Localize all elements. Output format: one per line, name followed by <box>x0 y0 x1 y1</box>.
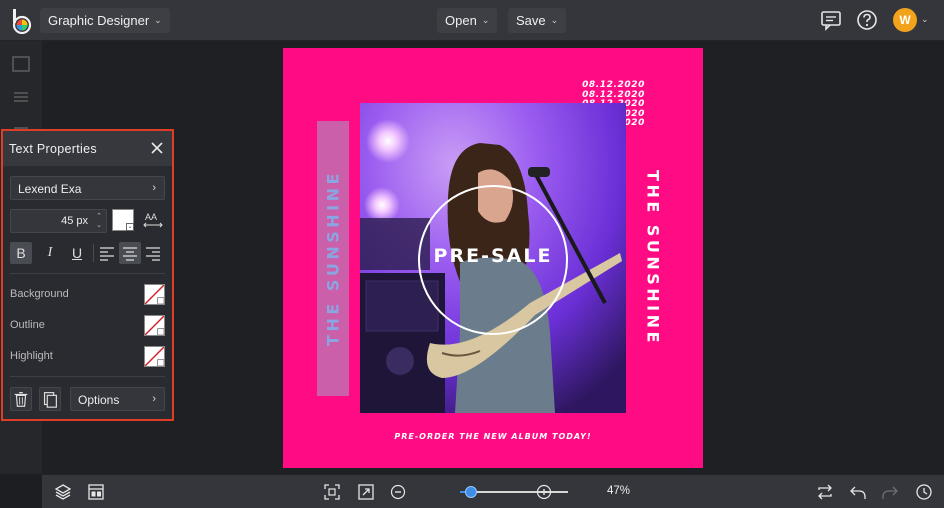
options-label: Options <box>78 393 120 407</box>
chevron-down-icon: ⌄ <box>550 15 559 25</box>
close-icon[interactable] <box>149 140 165 156</box>
stepper-icon[interactable]: ⌃ ⌄ <box>96 212 102 230</box>
font-family-label: Lexend Exa <box>18 182 82 196</box>
chevron-down-icon: ⌄ <box>154 15 162 25</box>
font-family-select[interactable]: Lexend Exa › <box>10 176 165 200</box>
highlight-row: Highlight <box>10 346 165 368</box>
delete-icon[interactable] <box>10 387 32 411</box>
text-properties-panel: Text Properties Lexend Exa › 45 px ⌃ ⌄ ⌄ … <box>1 129 174 421</box>
text-color-swatch[interactable]: ⌄ <box>112 209 134 231</box>
underline-button[interactable]: U <box>66 242 88 264</box>
save-label: Save <box>516 13 546 28</box>
letter-spacing-icon[interactable]: AA <box>142 209 164 231</box>
chevron-down-icon[interactable]: ⌄ <box>921 14 929 25</box>
outline-color-swatch[interactable] <box>144 315 165 336</box>
align-center-icon[interactable] <box>119 242 141 264</box>
layout-icon[interactable] <box>87 483 105 501</box>
options-button[interactable]: Options › <box>70 387 165 411</box>
svg-text:AA: AA <box>145 212 157 222</box>
history-icon[interactable] <box>915 483 933 501</box>
workspace-menu-label: Graphic Designer <box>48 13 150 28</box>
align-left-icon[interactable] <box>96 242 118 264</box>
image-icon[interactable] <box>12 55 30 73</box>
divider <box>10 273 165 274</box>
underline-label: U <box>71 245 83 261</box>
highlight-label: Highlight <box>10 350 53 362</box>
expand-icon[interactable] <box>357 483 375 501</box>
italic-button[interactable]: I <box>39 242 61 264</box>
flip-icon[interactable] <box>816 483 834 501</box>
redo-icon[interactable] <box>881 483 899 501</box>
design-canvas[interactable]: 08.12.2020 08.12.2020 08.12.2020 08.12.2… <box>283 48 703 468</box>
panel-header: Text Properties <box>3 131 172 166</box>
align-right-icon[interactable] <box>142 242 164 264</box>
layers-icon[interactable] <box>54 483 72 501</box>
comment-icon[interactable] <box>820 9 842 31</box>
app-logo-icon[interactable] <box>9 8 33 34</box>
save-button[interactable]: Save ⌄ <box>508 8 567 33</box>
bottom-toolbar: 47% <box>42 474 944 508</box>
chevron-right-icon: › <box>152 182 156 194</box>
bold-label: B <box>16 245 26 261</box>
chevron-down-icon: ⌄ <box>126 223 134 231</box>
panel-title: Text Properties <box>9 142 97 156</box>
font-size-input[interactable]: 45 px ⌃ ⌄ <box>10 209 107 233</box>
help-icon[interactable] <box>856 9 878 31</box>
duplicate-icon[interactable] <box>39 387 61 411</box>
preorder-text[interactable]: PRE-ORDER THE NEW ALBUM TODAY! <box>283 432 703 441</box>
presale-text[interactable]: PRE-SALE <box>418 245 568 267</box>
vertical-title-right[interactable]: THE SUNSHINE <box>644 170 663 346</box>
outline-label: Outline <box>10 319 45 331</box>
chevron-down-icon: ⌄ <box>481 15 490 25</box>
zoom-slider-thumb[interactable] <box>464 486 477 498</box>
background-label: Background <box>10 288 69 300</box>
vertical-title-left[interactable]: THE SUNSHINE <box>324 170 343 346</box>
fit-screen-icon[interactable] <box>323 483 341 501</box>
background-color-swatch[interactable] <box>144 284 165 305</box>
divider <box>10 376 165 377</box>
avatar[interactable]: W <box>893 8 917 32</box>
zoom-value: 47% <box>607 485 631 497</box>
bold-button[interactable]: B <box>10 242 32 264</box>
background-row: Background <box>10 284 165 306</box>
open-label: Open <box>445 13 477 28</box>
workspace-menu-button[interactable]: Graphic Designer ⌄ <box>40 8 170 33</box>
chevron-right-icon: › <box>152 393 156 405</box>
adjust-icon[interactable] <box>12 88 30 106</box>
undo-icon[interactable] <box>849 483 867 501</box>
font-size-value: 45 px <box>61 215 88 227</box>
zoom-out-icon[interactable] <box>389 483 407 501</box>
divider <box>93 244 94 262</box>
outline-row: Outline <box>10 315 165 337</box>
highlight-color-swatch[interactable] <box>144 346 165 367</box>
open-button[interactable]: Open ⌄ <box>437 8 498 33</box>
top-bar: Graphic Designer ⌄ Open ⌄ Save ⌄ W ⌄ <box>0 0 944 41</box>
italic-label: I <box>47 245 53 260</box>
zoom-in-icon[interactable] <box>535 483 553 501</box>
